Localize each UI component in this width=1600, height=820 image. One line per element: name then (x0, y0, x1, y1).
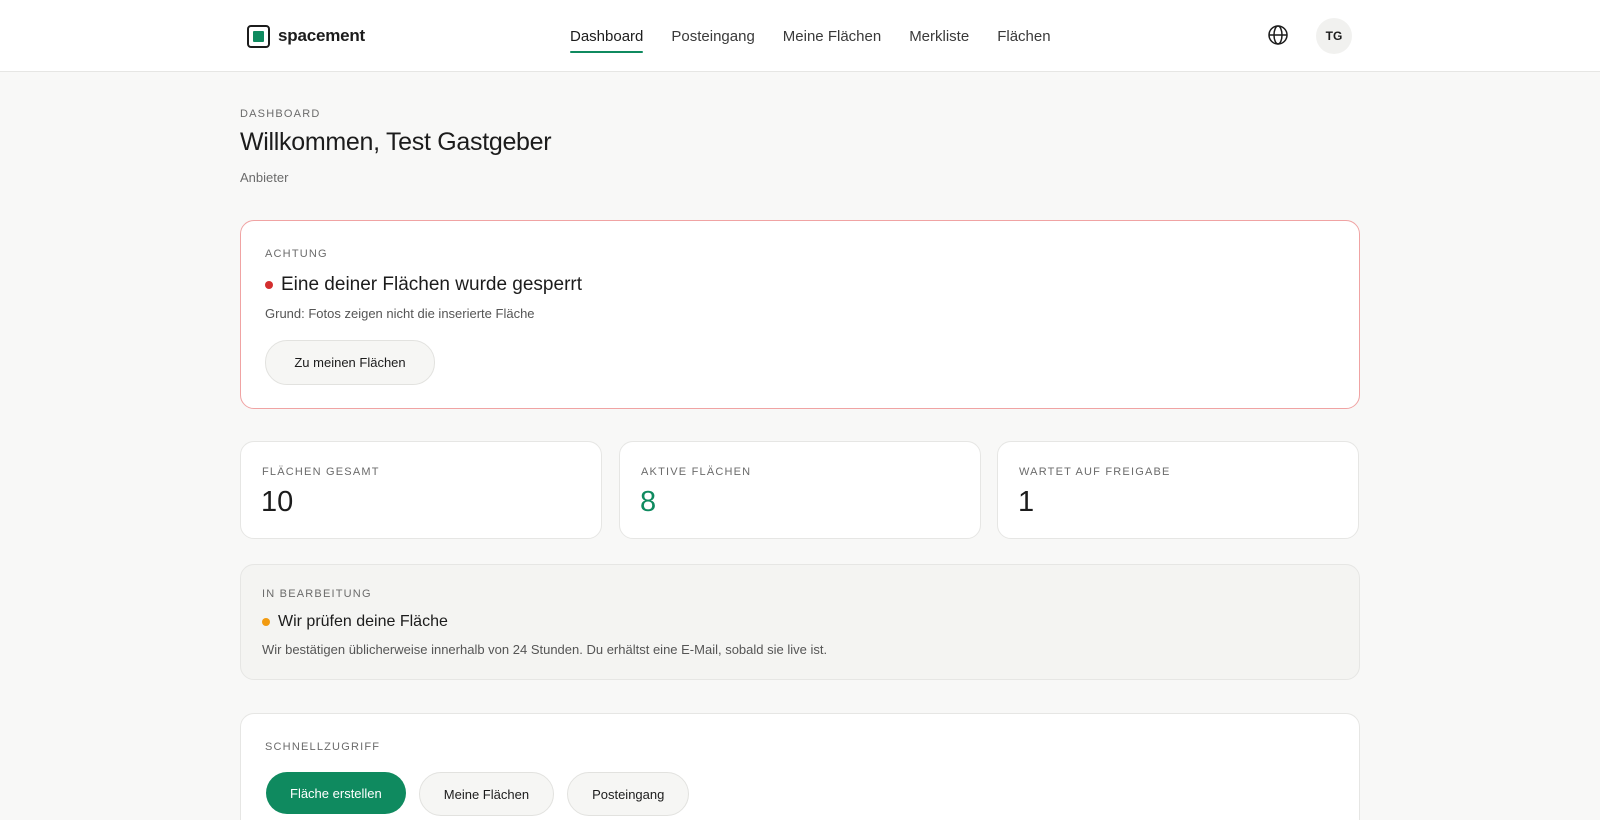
alert-heading: Eine deiner Flächen wurde gesperrt (265, 274, 582, 296)
user-avatar[interactable]: TG (1316, 18, 1352, 54)
error-status-dot (265, 281, 273, 289)
stat-label: WARTET AUF FREIGABE (1019, 466, 1171, 478)
top-navigation-bar: spacement Dashboard Posteingang Meine Fl… (0, 0, 1600, 72)
stat-label: AKTIVE FLÄCHEN (641, 466, 752, 478)
quick-access-card: SCHNELLZUGRIFF Fläche erstellen Meine Fl… (240, 713, 1360, 820)
page-eyebrow: DASHBOARD (240, 108, 321, 120)
my-spaces-button[interactable]: Meine Flächen (418, 772, 555, 816)
review-title: Wir prüfen deine Fläche (278, 613, 448, 630)
quick-access-eyebrow: SCHNELLZUGRIFF (265, 741, 381, 753)
page-title: Willkommen, Test Gastgeber (240, 128, 552, 156)
blocked-space-alert: ACHTUNG Eine deiner Flächen wurde gesper… (240, 220, 1360, 409)
alert-eyebrow: ACHTUNG (265, 248, 328, 260)
nav-item-merkliste[interactable]: Merkliste (909, 0, 969, 72)
brand-logo-icon (247, 24, 270, 48)
stat-value: 1 (1018, 486, 1035, 518)
user-role: Anbieter (240, 170, 289, 185)
inbox-button[interactable]: Posteingang (567, 772, 690, 816)
globe-icon (1268, 25, 1288, 45)
review-description: Wir bestätigen üblicherweise innerhalb v… (262, 642, 828, 657)
review-status-card: IN BEARBEITUNG Wir prüfen deine Fläche W… (240, 564, 1360, 680)
alert-reason: Grund: Fotos zeigen nicht die inserierte… (265, 306, 535, 321)
stat-label: FLÄCHEN GESAMT (262, 466, 380, 478)
nav-item-posteingang[interactable]: Posteingang (671, 0, 754, 72)
stat-card-active: AKTIVE FLÄCHEN 8 (619, 441, 981, 539)
language-button[interactable] (1266, 23, 1290, 47)
create-space-button[interactable]: Fläche erstellen (266, 772, 406, 814)
brand-name: spacement (278, 26, 366, 45)
stat-card-pending: WARTET AUF FREIGABE 1 (997, 441, 1359, 539)
nav-item-meine-flaechen[interactable]: Meine Flächen (783, 0, 881, 72)
review-eyebrow: IN BEARBEITUNG (262, 588, 372, 600)
nav-item-flaechen[interactable]: Flächen (997, 0, 1050, 72)
alert-title: Eine deiner Flächen wurde gesperrt (281, 274, 583, 295)
stat-card-total: FLÄCHEN GESAMT 10 (240, 441, 602, 539)
go-to-my-spaces-button[interactable]: Zu meinen Flächen (265, 340, 435, 385)
nav-item-dashboard[interactable]: Dashboard (570, 0, 644, 72)
brand-logo-link[interactable]: spacement (247, 23, 365, 49)
stat-value: 8 (640, 486, 657, 518)
stat-value: 10 (261, 486, 294, 518)
review-heading: Wir prüfen deine Fläche (262, 613, 448, 631)
quick-access-buttons: Fläche erstellen Meine Flächen Posteinga… (266, 772, 690, 816)
main-nav: Dashboard Posteingang Meine Flächen Merk… (570, 0, 1051, 72)
pending-status-dot (262, 618, 270, 626)
